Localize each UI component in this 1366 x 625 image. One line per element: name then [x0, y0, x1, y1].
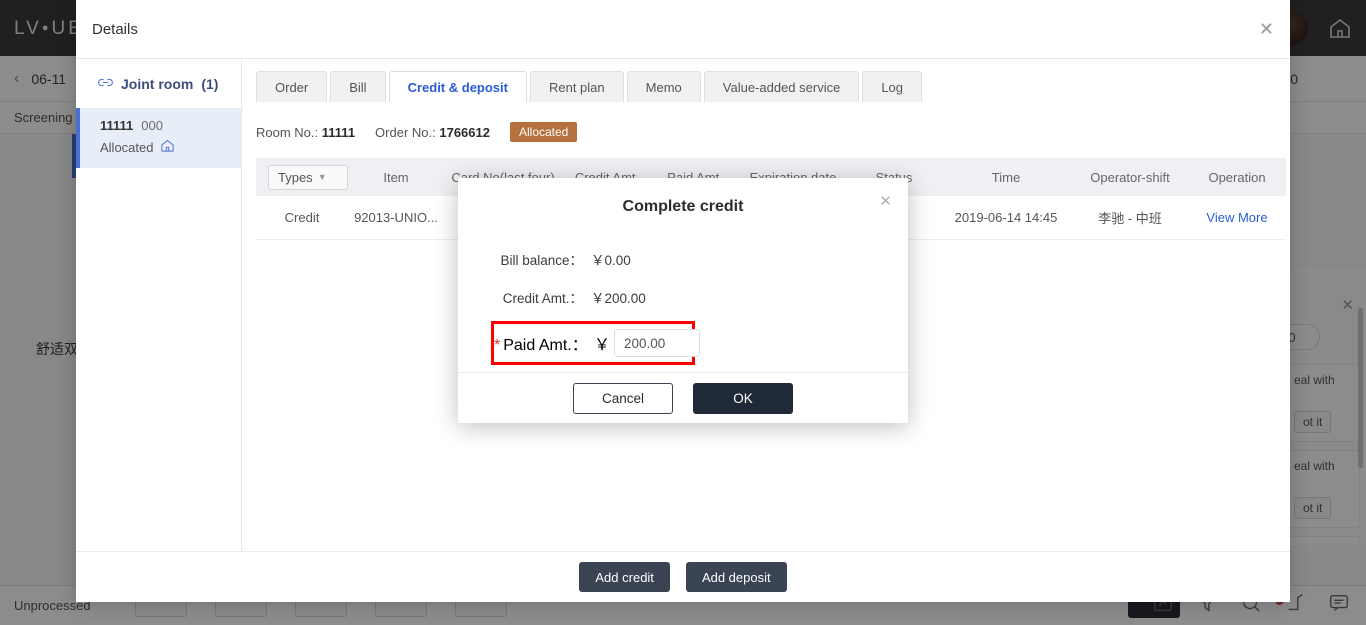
close-icon[interactable]: ✕	[1259, 20, 1274, 38]
credit-amt-value: ￥200.00	[591, 291, 646, 306]
details-header: Details ✕	[76, 0, 1290, 59]
tab-bill[interactable]: Bill	[330, 71, 386, 102]
room-number-line: 11111 000	[100, 118, 241, 133]
cancel-button[interactable]: Cancel	[573, 382, 673, 414]
room-no-field: Room No.: 11111	[256, 125, 355, 140]
chevron-down-icon: ▼	[317, 172, 327, 182]
joint-room-count: (1)	[201, 75, 219, 92]
types-filter-label: Types	[278, 169, 313, 185]
types-filter-dropdown[interactable]: Types ▼	[268, 164, 348, 190]
required-marker: *	[494, 337, 501, 354]
order-no-field: Order No.: 1766612	[375, 125, 490, 140]
column-header-time: Time	[991, 169, 1021, 185]
link-icon	[98, 75, 113, 93]
credit-amt-label: Credit Amt.：	[502, 291, 583, 306]
joint-room-sidebar: Joint room (1) 11111 000 Allocated	[76, 59, 242, 551]
tab-value-added-service[interactable]: Value-added service	[703, 71, 860, 102]
room-no-label: Room No.:	[256, 124, 319, 140]
cell-operation: View More	[1188, 210, 1286, 225]
cell-time: 2019-06-14 14:45	[954, 210, 1058, 225]
complete-credit-modal: Complete credit ✕ Bill balance： ￥0.00 Cr…	[458, 178, 908, 423]
joint-room-label: Joint room	[121, 75, 194, 92]
order-meta-row: Room No.: 11111 Order No.: 1766612 Alloc…	[256, 122, 1286, 142]
room-status-label: Allocated	[100, 139, 154, 155]
tab-log[interactable]: Log	[862, 71, 923, 102]
modal-footer: Cancel OK	[458, 372, 908, 423]
modal-title: Complete credit	[622, 198, 744, 215]
tab-bar: Order Bill Credit & deposit Rent plan Me…	[256, 71, 1286, 102]
tab-memo[interactable]: Memo	[626, 71, 701, 102]
currency-symbol: ￥	[594, 337, 611, 354]
add-credit-button[interactable]: Add credit	[579, 562, 670, 592]
tab-order[interactable]: Order	[256, 71, 328, 102]
joint-room-header: Joint room (1)	[76, 59, 241, 108]
bill-balance-label: Bill balance：	[500, 253, 583, 268]
paid-amt-highlight-box: * Paid Amt.： ￥	[491, 321, 701, 365]
room-sub-number: 000	[141, 118, 163, 133]
column-header-item: Item	[383, 169, 409, 185]
home-icon	[160, 138, 175, 156]
paid-amt-input[interactable]	[614, 329, 701, 357]
tab-rent-plan[interactable]: Rent plan	[529, 71, 624, 102]
ok-button[interactable]: OK	[693, 382, 793, 414]
view-link[interactable]: View	[1206, 210, 1234, 225]
more-link[interactable]: More	[1238, 210, 1268, 225]
page-title: Details	[92, 20, 138, 38]
add-deposit-button[interactable]: Add deposit	[685, 562, 787, 592]
details-footer: Add credit Add deposit	[76, 551, 1290, 602]
status-badge: Allocated	[509, 122, 578, 142]
bill-balance-value: ￥0.00	[591, 253, 631, 268]
order-no-label: Order No.:	[375, 124, 436, 140]
room-status-line: Allocated	[100, 138, 241, 156]
room-number: 11111	[100, 118, 134, 133]
bill-balance-row: Bill balance： ￥0.00	[458, 240, 908, 278]
modal-header: Complete credit ✕	[458, 178, 908, 240]
close-icon[interactable]: ✕	[879, 194, 892, 209]
column-header-operator-shift: Operator-shift	[1090, 169, 1170, 185]
room-no-value: 11111	[321, 124, 356, 140]
cell-item: 92013-UNIO...	[354, 210, 438, 225]
cell-type: Credit	[284, 210, 320, 225]
types-filter-cell: Types ▼	[256, 164, 348, 190]
paid-amt-label: * Paid Amt.：	[494, 331, 594, 355]
order-no-value: 1766612	[439, 124, 490, 140]
modal-body: Bill balance： ￥0.00 Credit Amt.： ￥200.00…	[458, 240, 908, 365]
column-header-operation: Operation	[1208, 169, 1266, 185]
credit-amt-row: Credit Amt.： ￥200.00	[458, 278, 908, 316]
cell-operator-shift: 李驰 - 中班	[1098, 211, 1162, 226]
paid-amt-label-text: Paid Amt.：	[503, 337, 588, 354]
tab-credit-and-deposit[interactable]: Credit & deposit	[388, 71, 527, 102]
sidebar-item-room-11111[interactable]: 11111 000 Allocated	[76, 108, 241, 168]
